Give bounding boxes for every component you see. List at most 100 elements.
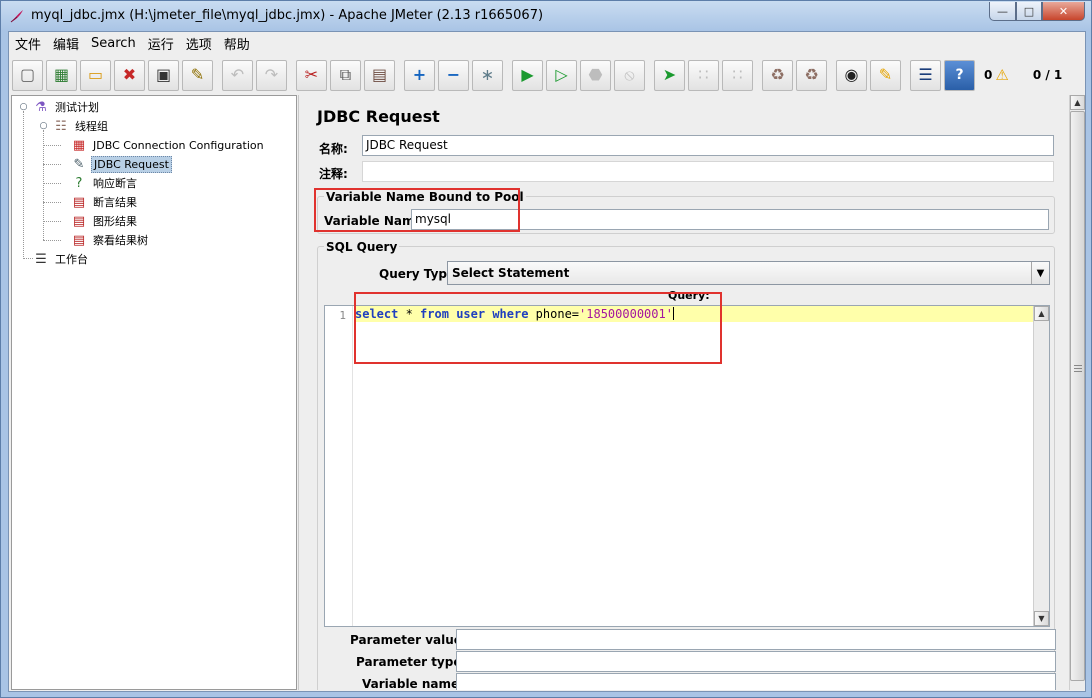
name-label: 名称: xyxy=(319,142,348,156)
comment-field[interactable] xyxy=(362,161,1054,182)
tree-item-jdbc-config[interactable]: ▦ JDBC Connection Configuration xyxy=(70,136,266,154)
error-counter[interactable]: 0 ⚠ xyxy=(984,66,1009,84)
test-plan-tree: ○ ○ ⚗ 测试计划 ☷ 线程组 ▦ JDBC Connection Confi… xyxy=(11,95,297,690)
test-plan-icon: ⚗ xyxy=(35,99,47,115)
scroll-up-icon[interactable]: ▲ xyxy=(1034,306,1049,321)
close-button[interactable]: ✕ xyxy=(1042,2,1085,21)
tree-item-assertion-results[interactable]: ▤ 断言结果 xyxy=(70,193,139,211)
tree-item-response-assertion[interactable]: ? 响应断言 xyxy=(70,174,139,192)
tree-item-thread-group[interactable]: ☷ 线程组 xyxy=(52,117,110,135)
close-icon[interactable]: ✖ xyxy=(114,59,145,91)
toggle-icon[interactable]: ∗ xyxy=(472,59,503,91)
save-icon[interactable]: ▣ xyxy=(148,59,179,91)
tree-item-test-plan[interactable]: ⚗ 测试计划 xyxy=(32,98,101,116)
remote-stop-icon[interactable]: ∷ xyxy=(688,59,719,91)
paste-icon[interactable]: ▤ xyxy=(364,59,395,91)
tree-item-workbench[interactable]: ☰ 工作台 xyxy=(32,250,90,268)
comment-label: 注释: xyxy=(319,167,348,181)
undo-icon[interactable]: ↶ xyxy=(222,59,253,91)
parameter-values-field[interactable] xyxy=(456,629,1056,650)
maximize-button[interactable]: □ xyxy=(1016,2,1042,21)
panel-scrollbar[interactable]: ▲ xyxy=(1069,95,1085,690)
listener-icon: ▤ xyxy=(72,232,86,248)
tree-item-label: 响应断言 xyxy=(93,177,137,190)
scroll-up-icon[interactable]: ▲ xyxy=(1070,95,1085,110)
query-type-value: Select Statement xyxy=(452,266,570,280)
workbench-icon: ☰ xyxy=(35,251,47,267)
warning-icon: ⚠ xyxy=(995,66,1009,84)
stop-icon[interactable]: ⬣ xyxy=(580,59,611,91)
open-icon[interactable]: ▭ xyxy=(80,59,111,91)
jmeter-feather-icon xyxy=(10,10,23,23)
window-controls: — □ ✕ xyxy=(989,2,1085,21)
toolbar: ▢ ▦ ▭ ✖ ▣ ✎ ↶ ↷ ✂ ⧉ ▤ + − ∗ ▶ ▷ ⬣ ⦸ ➤ ∷ … xyxy=(9,56,1085,94)
expand-handle-icon[interactable]: ○ xyxy=(19,102,28,112)
tree-item-label: 断言结果 xyxy=(93,196,137,209)
remote-exit-icon[interactable]: ∷ xyxy=(722,59,753,91)
query-type-select[interactable]: Select Statement ▼ xyxy=(447,261,1050,285)
minimize-icon: — xyxy=(997,4,1008,18)
error-count: 0 xyxy=(984,68,993,82)
variable-names-label: Variable names: xyxy=(362,677,472,690)
copy-icon[interactable]: ⧉ xyxy=(330,59,361,91)
sql-query-group-title: SQL Query xyxy=(324,240,400,254)
tree-item-view-results-tree[interactable]: ▤ 察看结果树 xyxy=(70,231,150,249)
close-icon: ✕ xyxy=(1058,4,1069,18)
tree-item-graph-results[interactable]: ▤ 图形结果 xyxy=(70,212,139,230)
parameter-types-field[interactable] xyxy=(456,651,1056,672)
menu-options[interactable]: 选项 xyxy=(180,34,218,53)
menu-file[interactable]: 文件 xyxy=(9,34,47,53)
scroll-down-icon[interactable]: ▼ xyxy=(1034,611,1049,626)
listener-icon: ▤ xyxy=(72,213,86,229)
tree-item-jdbc-request[interactable]: ✎ JDBC Request xyxy=(70,155,172,173)
thread-group-icon: ☷ xyxy=(55,118,67,134)
cut-icon[interactable]: ✂ xyxy=(296,59,327,91)
reset-search-icon[interactable]: ✎ xyxy=(870,59,901,91)
collapse-icon[interactable]: − xyxy=(438,59,469,91)
help-icon[interactable]: ? xyxy=(944,59,975,91)
split-pane-divider[interactable] xyxy=(298,95,307,690)
menu-help[interactable]: 帮助 xyxy=(218,34,256,53)
expand-handle-icon[interactable]: ○ xyxy=(39,121,48,131)
menu-run[interactable]: 运行 xyxy=(142,34,180,53)
jdbc-request-panel: JDBC Request 名称: JDBC Request 注释: Variab… xyxy=(307,95,1067,690)
search-icon[interactable]: ◉ xyxy=(836,59,867,91)
clear-all-icon[interactable]: ♻ xyxy=(796,59,827,91)
tree-item-label: 察看结果树 xyxy=(93,234,148,247)
page-title: JDBC Request xyxy=(317,107,440,126)
menu-bar: 文件 编辑 Search 运行 选项 帮助 xyxy=(9,32,1085,54)
expand-icon[interactable]: + xyxy=(404,59,435,91)
editor-scrollbar[interactable]: ▲ ▼ xyxy=(1033,306,1049,626)
shutdown-icon[interactable]: ⦸ xyxy=(614,59,645,91)
variable-names-field[interactable] xyxy=(456,673,1056,690)
remote-start-icon[interactable]: ➤ xyxy=(654,59,685,91)
minimize-button[interactable]: — xyxy=(989,2,1016,21)
line-number-gutter: 1 xyxy=(325,306,353,626)
client-area: 文件 编辑 Search 运行 选项 帮助 ▢ ▦ ▭ ✖ ▣ ✎ ↶ ↷ ✂ … xyxy=(8,31,1086,692)
function-helper-icon[interactable]: ☰ xyxy=(910,59,941,91)
tree-item-label: 线程组 xyxy=(75,120,108,133)
menu-search[interactable]: Search xyxy=(85,36,142,51)
start-no-pause-icon[interactable]: ▷ xyxy=(546,59,577,91)
annotation-highlight xyxy=(354,292,722,364)
maximize-icon: □ xyxy=(1023,4,1035,18)
redo-icon[interactable]: ↷ xyxy=(256,59,287,91)
sampler-pipette-icon: ✎ xyxy=(73,156,85,172)
name-field[interactable]: JDBC Request xyxy=(362,135,1054,156)
chevron-down-icon[interactable]: ▼ xyxy=(1031,262,1049,284)
title-bar[interactable]: myql_jdbc.jmx (H:\jmeter_file\myql_jdbc.… xyxy=(1,1,1091,31)
config-element-icon: ▦ xyxy=(72,137,86,153)
tree-item-label: 测试计划 xyxy=(55,101,99,114)
clear-icon[interactable]: ♻ xyxy=(762,59,793,91)
start-icon[interactable]: ▶ xyxy=(512,59,543,91)
listener-icon: ▤ xyxy=(72,194,86,210)
save-screenshot-icon[interactable]: ✎ xyxy=(182,59,213,91)
annotation-highlight xyxy=(314,188,520,232)
new-icon[interactable]: ▢ xyxy=(12,59,43,91)
tree-item-label: JDBC Connection Configuration xyxy=(93,138,264,152)
jmeter-window: myql_jdbc.jmx (H:\jmeter_file\myql_jdbc.… xyxy=(0,0,1092,698)
window-title: myql_jdbc.jmx (H:\jmeter_file\myql_jdbc.… xyxy=(31,8,544,23)
menu-edit[interactable]: 编辑 xyxy=(47,34,85,53)
scroll-thumb[interactable] xyxy=(1070,111,1085,681)
templates-icon[interactable]: ▦ xyxy=(46,59,77,91)
